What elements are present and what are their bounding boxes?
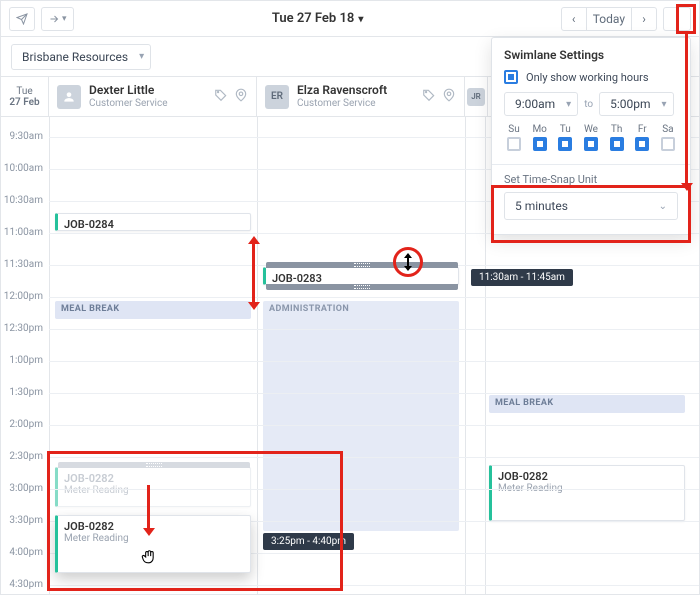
resize-handle-bottom[interactable] (266, 284, 458, 290)
checkbox-icon (558, 137, 572, 151)
time-label: 1:00pm (1, 355, 49, 366)
working-hours-range: 9:00am to 5:00pm (504, 92, 678, 116)
prev-day-button[interactable]: ‹ (561, 7, 587, 31)
resize-cursor-icon (401, 251, 415, 273)
date-picker[interactable]: Tue 27 Feb 18▾ (80, 11, 556, 26)
event-job-0282[interactable]: JOB-0282 Meter Reading (489, 465, 685, 521)
time-label: 2:00pm (1, 419, 49, 430)
days-of-week: SuMoTuWeThFrSa (504, 124, 678, 154)
swimlane-settings-panel: Swimlane Settings Only show working hour… (491, 37, 691, 235)
time-label: 3:30pm (1, 515, 49, 526)
lane-role: Customer Service (89, 98, 168, 109)
avatar (57, 85, 81, 109)
share-button[interactable]: ▾ (41, 7, 74, 31)
tag-icon (422, 88, 436, 105)
lane-head-0[interactable]: Dexter Little Customer Service (49, 77, 257, 116)
time-label: 12:00pm (1, 291, 49, 302)
checkbox-icon (507, 137, 521, 151)
time-label: 11:00am (1, 227, 49, 238)
checkbox-icon (661, 137, 675, 151)
lane-head-1[interactable]: ER Elza Ravenscroft Customer Service (257, 77, 465, 116)
day-toggle[interactable]: We (581, 124, 601, 154)
tooltip-resize-time: 11:30am - 11:45am (471, 269, 573, 286)
send-button[interactable] (9, 7, 35, 31)
day-toggle[interactable]: Su (504, 124, 524, 154)
lane-name: Elza Ravenscroft (297, 84, 387, 97)
time-label: 1:30pm (1, 387, 49, 398)
topbar: ▾ Tue 27 Feb 18▾ ‹ Today › (1, 1, 699, 37)
snap-section-label: Set Time-Snap Unit (504, 173, 678, 186)
time-label: 10:30am (1, 195, 49, 206)
event-job-0284[interactable]: JOB-0284 (55, 213, 251, 231)
event-job-0282-ghost: JOB-0282 Meter Reading (55, 467, 251, 507)
time-label: 2:30pm (1, 451, 49, 462)
meal-break-block: MEAL BREAK (489, 395, 685, 413)
lane-head-2[interactable]: JR (465, 77, 488, 116)
time-label: 10:00am (1, 163, 49, 174)
settings-kebab[interactable] (663, 7, 691, 31)
location-icon (442, 88, 456, 105)
day-toggle[interactable]: Fr (632, 124, 652, 154)
to-time-select[interactable]: 5:00pm (599, 92, 673, 116)
today-button[interactable]: Today (586, 7, 632, 31)
administration-block: ADMINISTRATION (263, 301, 459, 531)
lane-role: Customer Service (297, 98, 387, 109)
checkbox-icon (635, 137, 649, 151)
time-label: 4:00pm (1, 547, 49, 558)
snap-unit-select[interactable]: 5 minutes ⌄ (504, 192, 678, 220)
avatar: ER (265, 85, 289, 109)
time-label: 9:30am (1, 131, 49, 142)
from-time-select[interactable]: 9:00am (504, 92, 578, 116)
time-label: 11:30am (1, 259, 49, 270)
panel-title: Swimlane Settings (504, 48, 678, 62)
avatar: JR (467, 88, 485, 106)
tag-icon (214, 88, 228, 105)
working-hours-toggle[interactable]: Only show working hours (504, 70, 678, 84)
resize-handle-top[interactable] (266, 262, 458, 268)
resource-filter[interactable]: Brisbane Resources (11, 44, 151, 70)
checkbox-icon (610, 137, 624, 151)
grab-cursor-icon (139, 547, 159, 567)
time-label: 3:00pm (1, 483, 49, 494)
checkbox-icon (504, 70, 518, 84)
date-column-header: Tue 27 Feb (1, 77, 49, 116)
tooltip-drag-time: 3:25pm - 4:40pm (263, 533, 354, 550)
date-nav: ‹ Today › (562, 7, 657, 31)
day-toggle[interactable]: Sa (658, 124, 678, 154)
checkbox-icon (584, 137, 598, 151)
meal-break-block: MEAL BREAK (55, 301, 251, 319)
time-label: 12:30pm (1, 323, 49, 334)
time-label: 4:30pm (1, 579, 49, 590)
event-job-0283[interactable]: JOB-0283 (263, 267, 459, 285)
day-toggle[interactable]: Tu (555, 124, 575, 154)
day-toggle[interactable]: Mo (530, 124, 550, 154)
lane-name: Dexter Little (89, 84, 168, 97)
checkbox-icon (533, 137, 547, 151)
next-day-button[interactable]: › (631, 7, 657, 31)
location-icon (234, 88, 248, 105)
day-toggle[interactable]: Th (607, 124, 627, 154)
